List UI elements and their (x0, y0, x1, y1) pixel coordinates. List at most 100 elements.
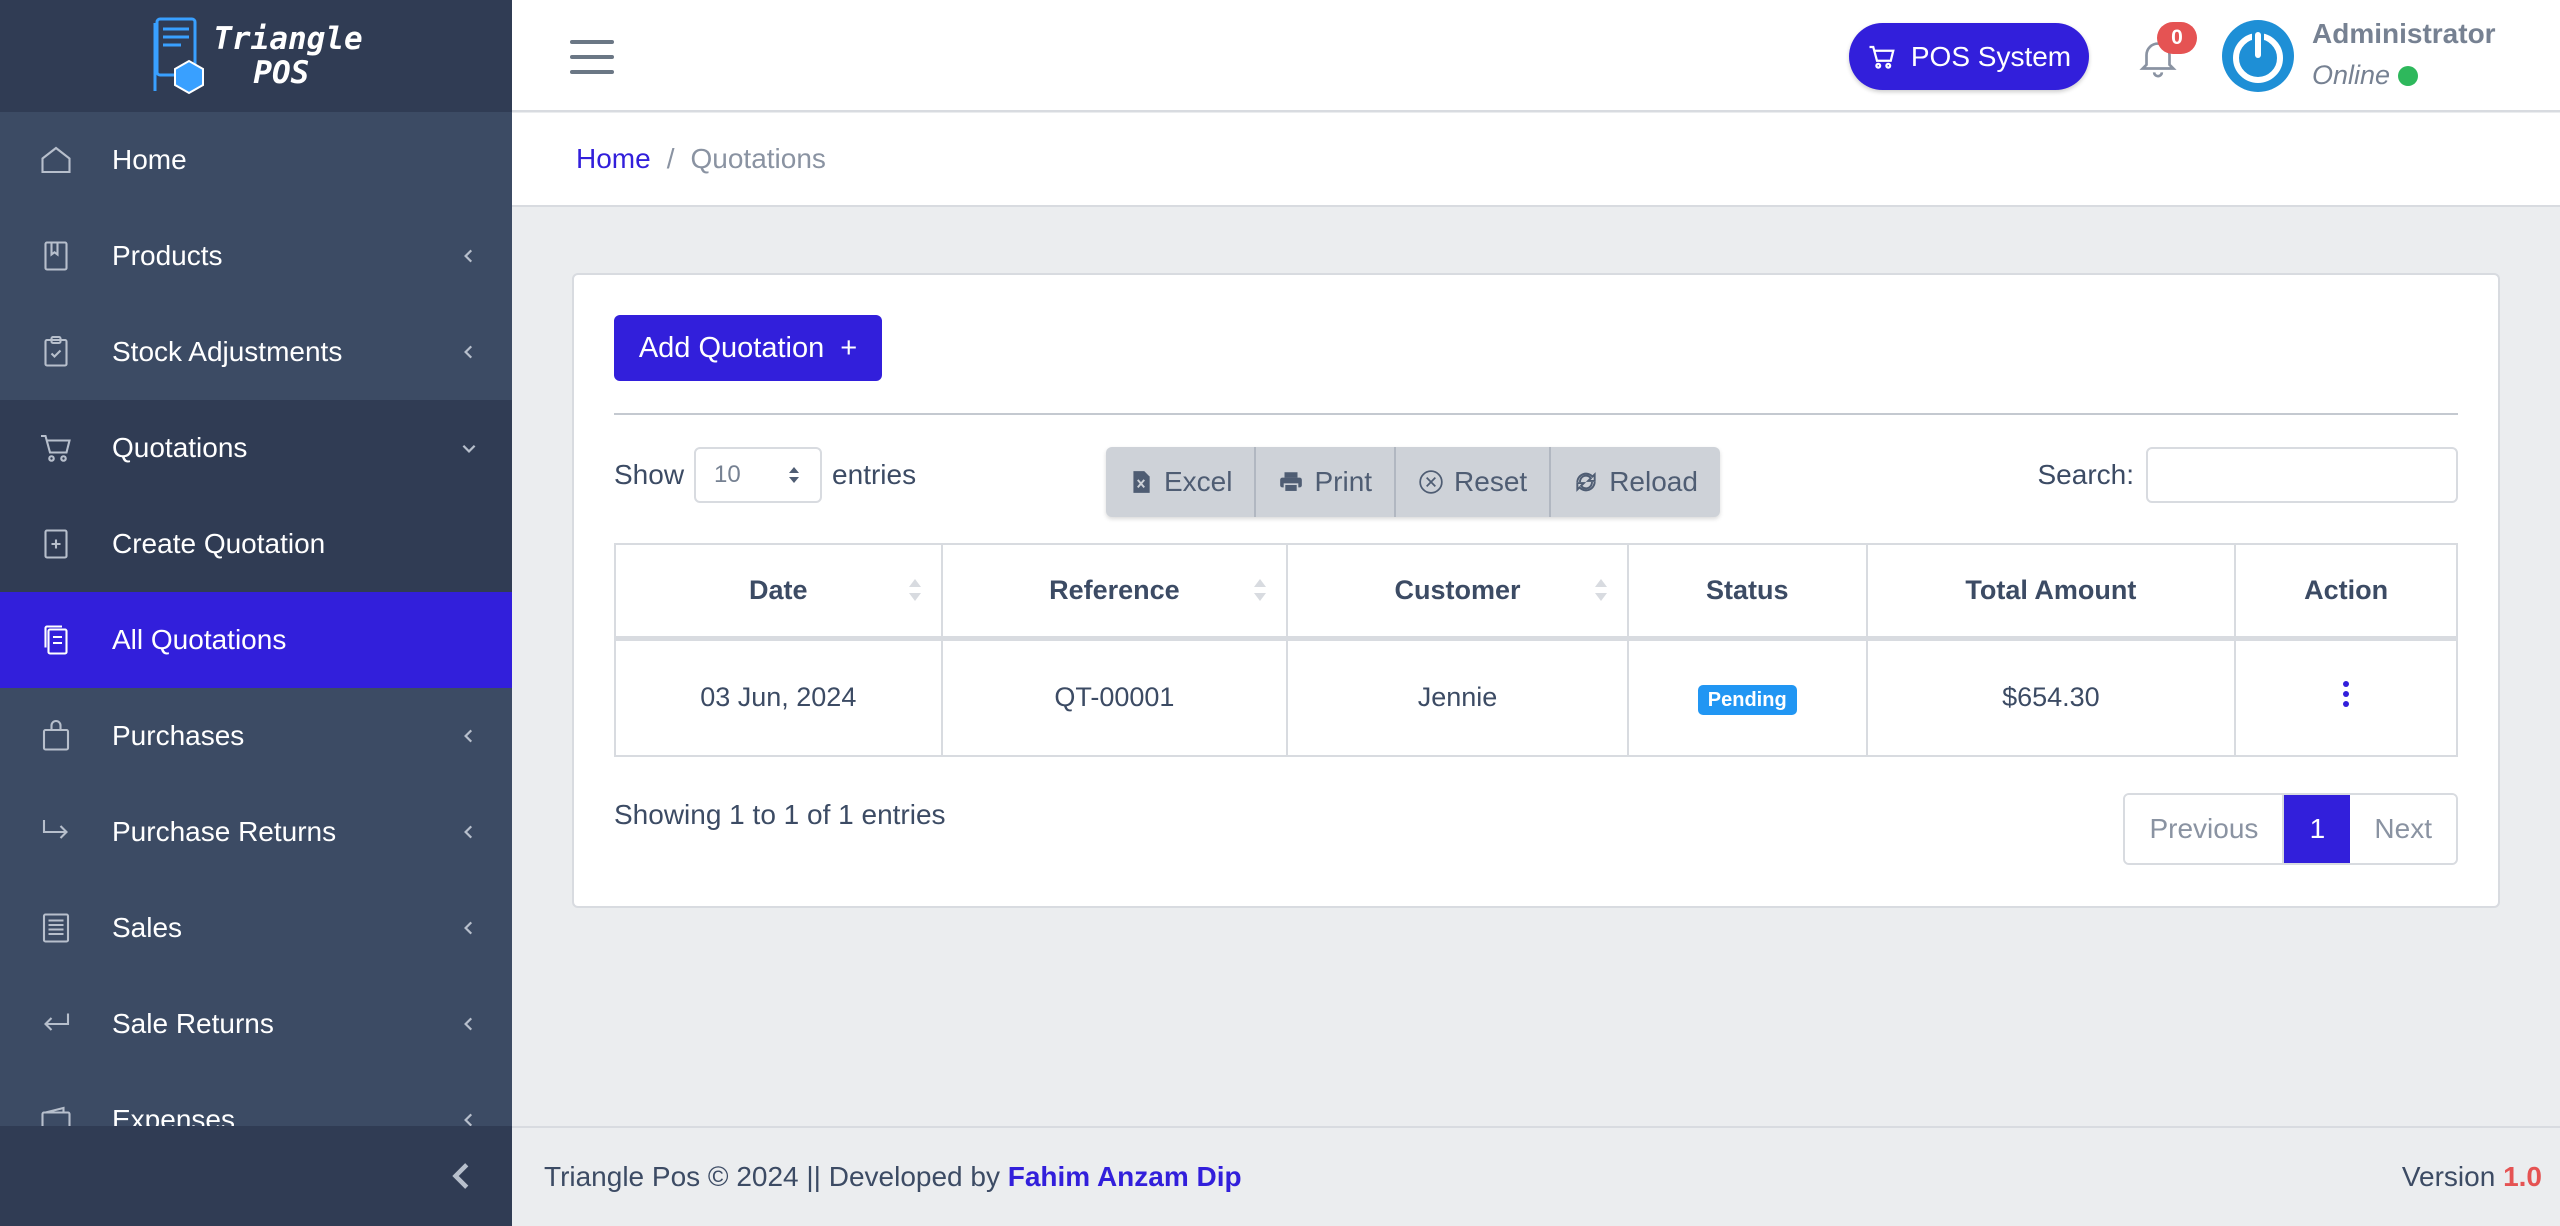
reset-label: Reset (1454, 466, 1528, 497)
print-label: Print (1314, 466, 1373, 497)
sidebar-item-home[interactable]: Home (0, 112, 512, 208)
chevron-left-icon (464, 249, 473, 263)
breadcrumb-current: Quotations (690, 143, 826, 174)
version-label: Version (2401, 1161, 2496, 1192)
brand-logo-icon (153, 17, 205, 95)
sidebar-item-create-quotation[interactable]: Create Quotation (0, 496, 512, 592)
breadcrumb-home-link[interactable]: Home (576, 143, 651, 175)
pos-system-button[interactable]: POS System (1849, 23, 2089, 90)
column-header-reference[interactable]: Reference (940, 543, 1289, 641)
sidebar-item-stock-adjustments[interactable]: Stock Adjustments (0, 304, 512, 400)
clipboard-check-icon (36, 332, 76, 372)
sidebar-item-sale-returns[interactable]: Sale Returns (0, 976, 512, 1072)
previous-page-button[interactable]: Previous (2125, 795, 2285, 863)
user-status-text: Online (2312, 60, 2391, 90)
column-header-date[interactable]: Date (614, 543, 943, 641)
sidebar-item-quotations[interactable]: Quotations (0, 400, 512, 496)
add-quotation-button[interactable]: Add Quotation + (614, 315, 882, 381)
brand-line1: Triangle (213, 21, 363, 57)
sort-icon (908, 579, 921, 602)
sidebar: Triangle POS Home Products Stock Adjustm… (0, 0, 512, 1226)
column-header-label: Date (749, 574, 808, 605)
copy-icon (36, 620, 76, 660)
column-header-action: Action (2234, 543, 2458, 641)
user-name[interactable]: Administrator (2312, 18, 2496, 50)
plus-square-icon (36, 524, 76, 564)
column-header-customer[interactable]: Customer (1286, 543, 1629, 641)
print-icon (1280, 472, 1303, 493)
excel-button[interactable]: Excel (1106, 447, 1257, 517)
next-page-button[interactable]: Next (2350, 795, 2456, 863)
quotations-card: Add Quotation + Show 10 entries Excel Pr… (572, 273, 2500, 908)
cell-action (2234, 637, 2458, 757)
cart-icon (36, 428, 76, 468)
sidebar-minimizer[interactable] (0, 1126, 512, 1226)
chevron-left-icon (464, 345, 473, 359)
cell-date: 03 Jun, 2024 (614, 637, 943, 757)
chevron-left-icon[interactable] (448, 1161, 478, 1191)
footer-text: Triangle Pos © 2024 || Developed by (544, 1161, 1000, 1192)
cell-total: $654.30 (1865, 637, 2237, 757)
arrow-return-right-icon (36, 812, 76, 852)
reload-icon (1576, 472, 1596, 492)
brand[interactable]: Triangle POS (0, 0, 512, 112)
file-excel-icon (1133, 471, 1150, 493)
reload-button[interactable]: Reload (1551, 447, 1720, 517)
show-label: Show (614, 459, 685, 490)
sort-icon (1254, 579, 1267, 602)
user-status: Online (2312, 60, 2419, 91)
plus-icon: + (840, 331, 858, 364)
version-number: 1.0 (2503, 1161, 2542, 1192)
select-arrows-icon (789, 467, 800, 483)
cart-icon (1869, 45, 1895, 69)
search-input[interactable] (2146, 447, 2458, 503)
column-header-label: Total Amount (1965, 574, 2137, 605)
chevron-left-icon (464, 729, 473, 743)
sidebar-item-label: Quotations (112, 432, 248, 463)
sidebar-item-purchases[interactable]: Purchases (0, 688, 512, 784)
footer: Triangle Pos © 2024 || Developed by Fahi… (512, 1126, 2560, 1226)
column-header-total: Total Amount (1865, 543, 2237, 641)
pos-system-label: POS System (1910, 40, 2072, 72)
shopping-bag-icon (36, 716, 76, 756)
page-length-value: 10 (714, 461, 741, 488)
pagination: Previous 1 Next (2123, 793, 2458, 865)
more-vertical-icon[interactable] (2342, 679, 2350, 709)
sort-icon (1594, 579, 1607, 602)
reset-button[interactable]: Reset (1396, 447, 1552, 517)
sidebar-item-all-quotations[interactable]: All Quotations (0, 592, 512, 688)
status-badge: Pending (1697, 685, 1797, 716)
print-button[interactable]: Print (1256, 447, 1397, 517)
cell-reference: QT-00001 (940, 637, 1289, 757)
online-indicator (2398, 65, 2419, 86)
column-header-label: Action (2304, 574, 2389, 605)
table-row: 03 Jun, 2024 QT-00001 Jennie Pending $65… (614, 637, 2458, 757)
column-header-label: Reference (1049, 574, 1180, 605)
book-icon (36, 236, 76, 276)
export-toolbar: Excel Print Reset Reload (1106, 447, 1720, 517)
footer-credits: Triangle Pos © 2024 || Developed by Fahi… (544, 1161, 1242, 1193)
sidebar-item-sales[interactable]: Sales (0, 880, 512, 976)
menu-toggle-icon[interactable] (570, 40, 614, 74)
arrow-return-left-icon (36, 1004, 76, 1044)
sidebar-item-label: Sale Returns (112, 1008, 274, 1039)
avatar[interactable] (2222, 20, 2294, 92)
sidebar-item-label: Home (112, 144, 187, 175)
sidebar-item-purchase-returns[interactable]: Purchase Returns (0, 784, 512, 880)
brand-line2: POS (253, 55, 310, 91)
table-info: Showing 1 to 1 of 1 entries (614, 799, 946, 830)
search-label: Search: (2037, 459, 2135, 490)
chevron-left-icon (464, 825, 473, 839)
sidebar-item-label: Purchases (112, 720, 245, 751)
cell-customer: Jennie (1286, 637, 1629, 757)
page-length-select[interactable]: 10 (694, 447, 823, 503)
developer-link[interactable]: Fahim Anzam Dip (1008, 1161, 1242, 1192)
home-icon (36, 140, 76, 180)
sidebar-item-products[interactable]: Products (0, 208, 512, 304)
x-circle-icon (1419, 470, 1443, 494)
column-header-label: Customer (1394, 574, 1521, 605)
sidebar-item-label: Products (112, 240, 223, 271)
sidebar-item-label: Sales (112, 912, 183, 943)
page-1-button[interactable]: 1 (2284, 795, 2351, 863)
chevron-down-icon (462, 444, 476, 453)
